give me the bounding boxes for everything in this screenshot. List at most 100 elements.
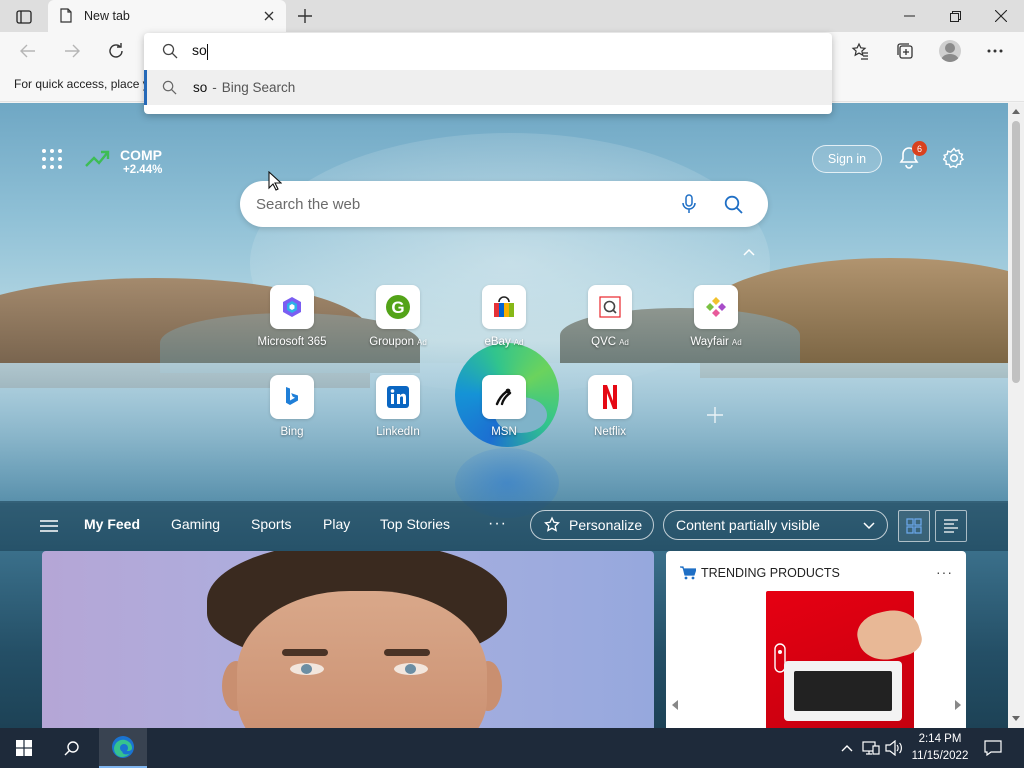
start-button[interactable] (0, 728, 48, 768)
minimize-icon (903, 15, 915, 17)
app-launcher-button[interactable] (40, 147, 64, 171)
taskbar-search-button[interactable] (48, 728, 96, 768)
feed-hero-card[interactable] (42, 551, 654, 728)
tab-actions-button[interactable] (8, 6, 40, 28)
feed-tab-play[interactable]: Play (323, 516, 350, 532)
collapse-quick-links-button[interactable] (742, 245, 760, 259)
stock-symbol: COMP (120, 147, 162, 163)
quick-link-tile[interactable]: eBay Ad (452, 285, 556, 365)
grid-layout-button[interactable] (898, 510, 930, 542)
settings-more-button[interactable] (981, 37, 1009, 65)
wayfair-icon (706, 297, 726, 317)
network-button[interactable] (861, 738, 881, 758)
title-bar: New tab (0, 0, 1024, 32)
add-site-button[interactable] (700, 400, 730, 430)
search-icon (162, 80, 178, 96)
sign-in-button[interactable]: Sign in (812, 145, 882, 173)
search-icon (162, 43, 178, 59)
suggestion-item[interactable]: so - Bing Search (144, 70, 832, 105)
profile-button[interactable] (936, 37, 964, 65)
volume-button[interactable] (884, 738, 904, 758)
carousel-prev-button[interactable] (670, 699, 680, 711)
feed-tab-gaming[interactable]: Gaming (171, 516, 220, 532)
personalize-button[interactable]: Personalize (530, 510, 654, 540)
taskbar-edge-button[interactable] (99, 728, 147, 768)
feed-tab-my-feed[interactable]: My Feed (84, 516, 140, 532)
address-bar-dropdown: so so - Bing Search (144, 33, 832, 114)
more-horizontal-icon (987, 49, 1003, 53)
feed-more-button[interactable]: ··· (488, 515, 507, 533)
voice-search-button[interactable] (674, 189, 704, 219)
address-input[interactable]: so (192, 42, 208, 60)
taskbar-clock[interactable]: 2:14 PM 11/15/2022 (906, 731, 974, 765)
quick-link-tile[interactable]: Netflix (558, 375, 662, 455)
hamburger-icon (40, 520, 58, 532)
feed-tab-top-stories[interactable]: Top Stories (380, 516, 450, 532)
quick-link-tile[interactable]: MSN (452, 375, 556, 455)
new-tab-button[interactable] (292, 4, 318, 28)
feed-tab-sports[interactable]: Sports (251, 516, 291, 532)
back-button[interactable] (14, 37, 42, 65)
windows-logo-icon (16, 740, 32, 756)
quick-link-tile[interactable]: G Groupon Ad (346, 285, 450, 365)
photo-face (237, 591, 487, 728)
list-icon (944, 519, 958, 533)
quick-link-tile[interactable]: Wayfair Ad (664, 285, 768, 365)
ebay-icon (494, 296, 514, 317)
list-layout-button[interactable] (935, 510, 967, 542)
personalize-label: Personalize (569, 517, 643, 533)
restore-button[interactable] (932, 0, 978, 32)
microphone-icon (682, 194, 696, 213)
ad-label: Ad (619, 338, 629, 347)
text-caret (206, 43, 208, 60)
quick-link-tile[interactable]: Bing (240, 375, 344, 455)
content-visibility-dropdown[interactable]: Content partially visible (663, 510, 888, 540)
notification-icon (984, 740, 1002, 756)
forward-button[interactable] (58, 37, 86, 65)
photo-brow (282, 649, 328, 656)
quick-link-tile[interactable]: LinkedIn (346, 375, 450, 455)
favorites-button[interactable] (846, 37, 874, 65)
vertical-scrollbar[interactable] (1008, 103, 1024, 728)
back-arrow-icon (20, 44, 35, 58)
feed-menu-button[interactable] (40, 519, 58, 533)
plus-icon (707, 407, 723, 423)
search-icon (724, 195, 743, 214)
scroll-up-arrow-icon[interactable] (1011, 107, 1021, 115)
chevron-up-icon (841, 745, 853, 752)
trending-title: TRENDING PRODUCTS (701, 566, 840, 580)
shopping-cart-icon (680, 566, 696, 580)
notification-center-button[interactable] (978, 728, 1008, 768)
quick-link-tile[interactable]: QVC Ad (558, 285, 662, 365)
scroll-down-arrow-icon[interactable] (1011, 715, 1021, 723)
restore-icon (949, 10, 961, 22)
scrollbar-thumb[interactable] (1012, 121, 1020, 383)
stock-change: +2.44% (123, 164, 163, 176)
page-settings-button[interactable] (942, 147, 967, 171)
tile-label: eBay (484, 336, 511, 348)
browser-tab[interactable]: New tab (48, 0, 286, 32)
collections-button[interactable] (891, 37, 919, 65)
card-more-button[interactable]: ··· (936, 564, 953, 580)
search-submit-button[interactable] (718, 189, 748, 219)
address-bar[interactable]: so (144, 33, 832, 69)
tile-label: LinkedIn (376, 426, 420, 438)
stock-ticker[interactable]: COMP +2.44% (84, 147, 162, 176)
tab-actions-icon (16, 10, 32, 24)
minimize-button[interactable] (886, 0, 932, 32)
carousel-next-button[interactable] (953, 699, 963, 711)
address-input-value: so (192, 42, 207, 59)
tile-label: Netflix (594, 426, 626, 438)
clock-date: 11/15/2022 (911, 750, 969, 762)
plus-icon (298, 9, 312, 23)
web-search-box[interactable]: Search the web (240, 181, 768, 227)
microsoft-365-icon (283, 297, 301, 317)
tab-close-button[interactable] (258, 5, 280, 27)
show-hidden-icons-button[interactable] (837, 738, 857, 758)
refresh-button[interactable] (102, 37, 130, 65)
close-window-button[interactable] (978, 0, 1024, 32)
notifications-button[interactable]: 6 (898, 141, 927, 173)
quick-link-tile[interactable]: Microsoft 365 (240, 285, 344, 365)
trending-products-card[interactable]: TRENDING PRODUCTS ··· (666, 551, 966, 728)
taskbar: 2:14 PM 11/15/2022 (0, 728, 1024, 768)
